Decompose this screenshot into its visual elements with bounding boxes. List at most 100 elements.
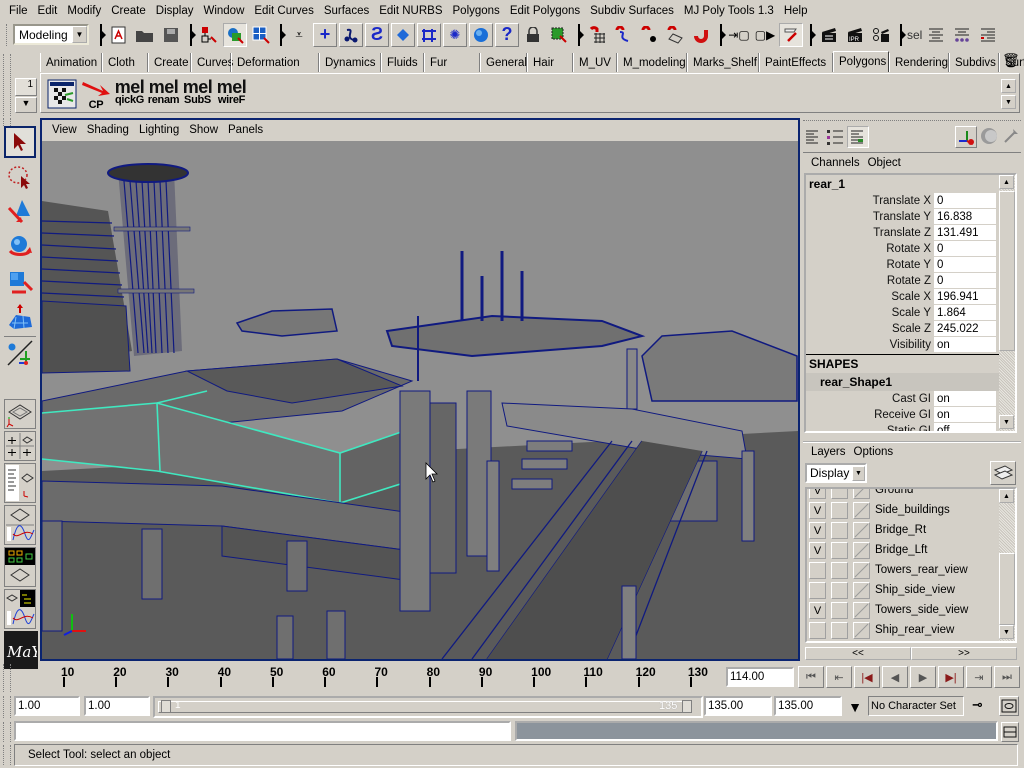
channel-box-scroll-down[interactable]: ▼ xyxy=(999,415,1014,429)
playback-end-field[interactable]: 135.00 xyxy=(704,696,772,716)
layer-visibility-toggle[interactable]: V xyxy=(809,521,826,539)
render-icon[interactable] xyxy=(817,23,841,47)
menu-set-dropdown[interactable]: Modeling ▼ xyxy=(13,24,89,45)
shelf-button-mel-1[interactable]: mel qickG xyxy=(113,78,146,111)
select-object-icon[interactable] xyxy=(223,22,247,47)
layout-single-perspective-button[interactable] xyxy=(4,399,36,429)
channel-label[interactable]: Scale Y xyxy=(806,307,934,319)
layer-display-type-toggle[interactable] xyxy=(831,581,848,599)
pin-icon[interactable] xyxy=(1001,126,1023,148)
layer-color-swatch[interactable] xyxy=(853,621,870,639)
layer-display-type-toggle[interactable] xyxy=(831,489,848,499)
range-slider-grip[interactable] xyxy=(3,696,11,718)
shelf-tab-m-modeling[interactable]: M_modeling xyxy=(617,53,687,72)
layer-visibility-toggle[interactable]: V xyxy=(809,601,826,619)
layer-visibility-toggle[interactable] xyxy=(809,621,826,639)
shelf-button-mel-2[interactable]: mel renam xyxy=(147,78,180,111)
show-tool-settings-icon[interactable] xyxy=(950,23,974,47)
channel-value-field[interactable]: on xyxy=(934,391,996,407)
shelf-tab-curves[interactable]: Curves xyxy=(191,53,233,72)
range-slider[interactable]: 1 135 xyxy=(153,696,703,718)
ipr-render-icon[interactable]: IPR xyxy=(843,23,867,47)
layer-visibility-toggle[interactable] xyxy=(809,581,826,599)
menu-display[interactable]: Display xyxy=(151,5,199,17)
chevron-down-icon[interactable]: ▼ xyxy=(72,26,87,43)
menu-edit[interactable]: Edit xyxy=(33,5,63,17)
animation-preferences-icon[interactable] xyxy=(999,696,1019,716)
layer-color-swatch[interactable] xyxy=(853,521,870,539)
layout-persp-graph-outliner-button[interactable] xyxy=(4,589,36,629)
layer-menu-layers[interactable]: Layers xyxy=(807,446,850,458)
help-question-icon[interactable]: ? xyxy=(495,22,519,47)
layer-scroll-up[interactable]: ▲ xyxy=(999,489,1014,503)
layer-visibility-toggle[interactable]: V xyxy=(809,489,826,499)
channel-box-scroll-up[interactable]: ▲ xyxy=(999,175,1014,189)
help-line-grip[interactable] xyxy=(3,745,11,765)
rotate-tool-icon[interactable] xyxy=(4,231,36,263)
menu-modify[interactable]: Modify xyxy=(62,5,106,17)
channel-value-field[interactable]: 0 xyxy=(934,273,996,289)
layer-row[interactable]: V Side_buildings xyxy=(807,500,1015,520)
select-hierarchy-icon[interactable] xyxy=(197,23,221,47)
channel-label[interactable]: Rotate Z xyxy=(806,275,934,287)
channel-value-field[interactable]: 1.864 xyxy=(934,305,996,321)
time-slider[interactable]: 10 20 30 40 50 60 70 80 90 100 110 120 130 xyxy=(14,663,722,693)
go-to-end-icon[interactable]: ⏭ xyxy=(994,666,1020,688)
input-line-menu-icon[interactable]: ⩡ xyxy=(287,23,311,47)
layer-row[interactable]: V Towers_side_view xyxy=(807,600,1015,620)
menu-edit-curves[interactable]: Edit Curves xyxy=(249,5,318,17)
layer-color-swatch[interactable] xyxy=(853,601,870,619)
channel-label[interactable]: Translate X xyxy=(806,195,934,207)
layout-hypergraph-persp-button[interactable] xyxy=(4,547,36,587)
range-start-handle[interactable] xyxy=(161,700,171,713)
shelf-menu-field[interactable]: 1 xyxy=(15,78,37,96)
snap-curve-icon[interactable] xyxy=(339,22,363,47)
panel-menu-shading[interactable]: Shading xyxy=(82,124,134,136)
layer-next-button[interactable]: >> xyxy=(911,647,1017,660)
shelf-scroll-down-button[interactable]: ▼ xyxy=(1001,95,1016,109)
shelf-tab-animation[interactable]: Animation xyxy=(40,53,102,72)
menu-window[interactable]: Window xyxy=(198,5,249,17)
channel-value-field[interactable]: on xyxy=(934,407,996,423)
script-editor-icon[interactable] xyxy=(1001,722,1019,742)
menu-surfaces[interactable]: Surfaces xyxy=(319,5,374,17)
layer-visibility-toggle[interactable]: V xyxy=(809,541,826,559)
speed-lock-icon[interactable] xyxy=(979,126,1001,148)
start-time-field[interactable]: 1.00 xyxy=(14,696,80,716)
channel-label[interactable]: Static GI xyxy=(806,425,934,431)
channel-value-field[interactable]: 0 xyxy=(934,241,996,257)
layer-row[interactable]: V Bridge_Lft xyxy=(807,540,1015,560)
layer-display-type-toggle[interactable] xyxy=(831,561,848,579)
trash-icon[interactable]: 🗑 xyxy=(1002,52,1020,69)
open-scene-icon[interactable] xyxy=(133,23,157,47)
layer-row[interactable]: Ship_side_view xyxy=(807,580,1015,600)
channel-value-field[interactable]: 0 xyxy=(934,193,996,209)
layer-row[interactable]: Ship_rear_view xyxy=(807,620,1015,640)
range-slider-bar[interactable] xyxy=(158,701,688,713)
play-forwards-icon[interactable]: ▶ xyxy=(910,666,936,688)
layer-name[interactable]: Ship_side_view xyxy=(873,584,955,596)
menu-mj-poly-tools-1-3[interactable]: MJ Poly Tools 1.3 xyxy=(679,5,779,17)
shelf-tab-subdivs[interactable]: Subdivs xyxy=(949,53,999,72)
command-line-grip[interactable] xyxy=(3,722,11,742)
output-ops-icon[interactable]: ▢▶ xyxy=(753,23,777,47)
panel-menu-panels[interactable]: Panels xyxy=(223,124,268,136)
shelf-tab-fluids[interactable]: Fluids xyxy=(381,53,424,72)
channel-label[interactable]: Scale Z xyxy=(806,323,934,335)
channel-label[interactable]: Visibility xyxy=(806,339,934,351)
panel-menu-lighting[interactable]: Lighting xyxy=(134,124,184,136)
menu-subdiv-surfaces[interactable]: Subdiv Surfaces xyxy=(585,5,679,17)
channel-box-menu-object[interactable]: Object xyxy=(864,157,905,169)
channel-box-scrollbar[interactable]: ▲ ▼ xyxy=(999,175,1015,431)
toolbar-separator[interactable] xyxy=(810,23,816,46)
make-live-magnet-icon[interactable] xyxy=(689,23,713,47)
layer-display-type-toggle[interactable] xyxy=(831,521,848,539)
toolbar-separator[interactable] xyxy=(100,23,106,46)
snap-surface-icon[interactable] xyxy=(391,22,415,47)
layout-persp-graph-button[interactable] xyxy=(4,505,36,545)
lock-selection-icon[interactable] xyxy=(521,23,545,47)
manipulator-axes-icon[interactable] xyxy=(955,126,977,148)
last-tool-icon[interactable] xyxy=(4,336,36,368)
render-globals-icon[interactable] xyxy=(869,23,893,47)
shelf-tab-dynamics[interactable]: Dynamics xyxy=(319,53,381,72)
